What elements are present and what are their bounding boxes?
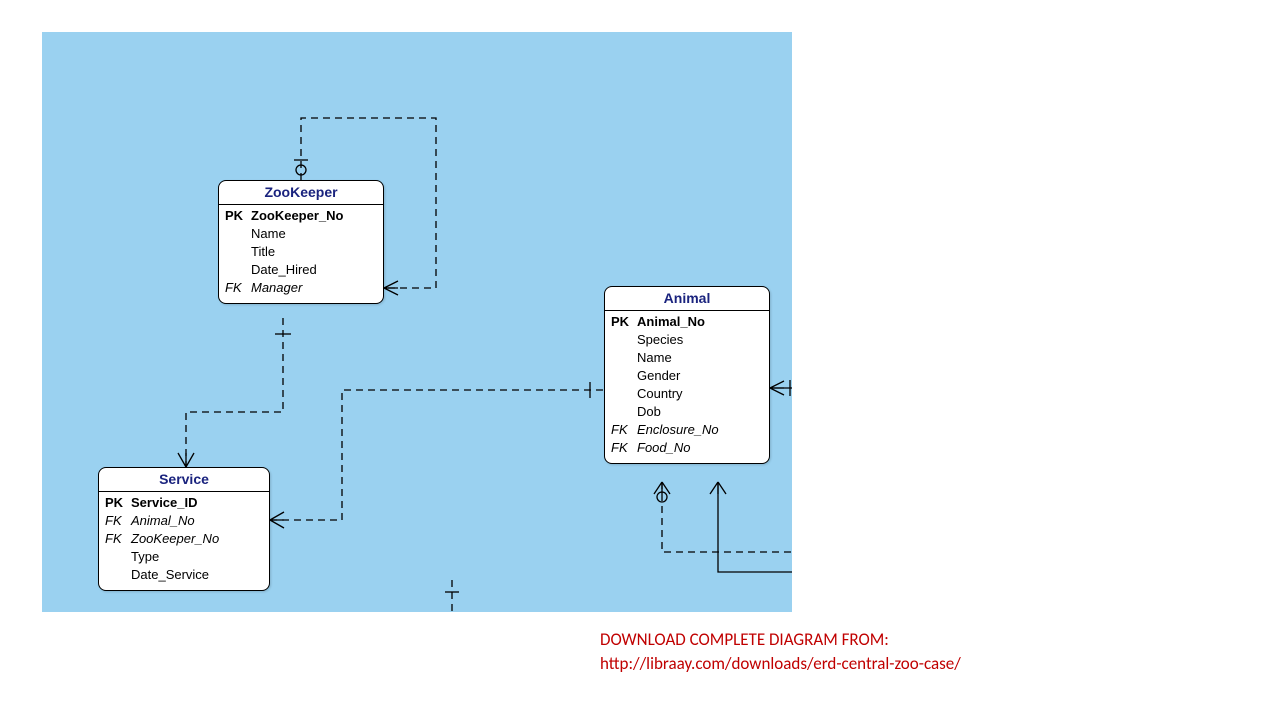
entity-attr-row: Gender (611, 367, 763, 385)
entity-attrs: PKZooKeeper_NoNameTitleDate_HiredFKManag… (219, 205, 383, 303)
entity-attr-row: Title (225, 243, 377, 261)
entity-attr-row: Date_Service (105, 566, 263, 584)
attr-name: Manager (251, 279, 302, 297)
entity-attr-row: FKFood_No (611, 439, 763, 457)
attr-key (225, 243, 251, 261)
entity-title: Service (99, 468, 269, 492)
entity-attr-row: Country (611, 385, 763, 403)
attr-name: Food_No (637, 439, 690, 457)
attr-key (105, 548, 131, 566)
attr-key: FK (225, 279, 251, 297)
entity-attr-row: Date_Hired (225, 261, 377, 279)
attr-key (611, 331, 637, 349)
attr-key (611, 367, 637, 385)
attr-name: Species (637, 331, 683, 349)
attr-name: Country (637, 385, 683, 403)
erd-canvas: ZooKeeper PKZooKeeper_NoNameTitleDate_Hi… (42, 32, 792, 612)
attr-key (225, 225, 251, 243)
attr-name: Service_ID (131, 494, 198, 512)
entity-attr-row: Name (225, 225, 377, 243)
attr-name: Gender (637, 367, 680, 385)
entity-attr-row: PKService_ID (105, 494, 263, 512)
entity-attr-row: FKZooKeeper_No (105, 530, 263, 548)
attr-name: ZooKeeper_No (131, 530, 219, 548)
attr-name: Dob (637, 403, 661, 421)
entity-attr-row: PKAnimal_No (611, 313, 763, 331)
attr-key (611, 385, 637, 403)
attr-name: Animal_No (131, 512, 195, 530)
caption-line1: DOWNLOAD COMPLETE DIAGRAM FROM: (600, 629, 889, 650)
entity-attr-row: Name (611, 349, 763, 367)
entity-attrs: PKAnimal_NoSpeciesNameGenderCountryDobFK… (605, 311, 769, 463)
entity-title: ZooKeeper (219, 181, 383, 205)
attr-key: FK (105, 530, 131, 548)
entity-service: Service PKService_IDFKAnimal_NoFKZooKeep… (98, 467, 270, 591)
entity-attr-row: Dob (611, 403, 763, 421)
entity-attr-row: FKEnclosure_No (611, 421, 763, 439)
caption-link: http://libraay.com/downloads/erd-central… (600, 653, 961, 674)
attr-name: Date_Service (131, 566, 209, 584)
attr-name: Name (251, 225, 286, 243)
entity-title: Animal (605, 287, 769, 311)
entity-attr-row: Species (611, 331, 763, 349)
entity-attr-row: FKManager (225, 279, 377, 297)
attr-key: FK (105, 512, 131, 530)
entity-zookeeper: ZooKeeper PKZooKeeper_NoNameTitleDate_Hi… (218, 180, 384, 304)
attr-name: Animal_No (637, 313, 705, 331)
attr-key (611, 403, 637, 421)
attr-key: FK (611, 421, 637, 439)
attr-key (611, 349, 637, 367)
attr-key: PK (611, 313, 637, 331)
entity-attrs: PKService_IDFKAnimal_NoFKZooKeeper_NoTyp… (99, 492, 269, 590)
attr-name: Type (131, 548, 159, 566)
attr-name: Title (251, 243, 275, 261)
entity-attr-row: FKAnimal_No (105, 512, 263, 530)
entity-attr-row: PKZooKeeper_No (225, 207, 377, 225)
attr-key (225, 261, 251, 279)
attr-name: Date_Hired (251, 261, 317, 279)
attr-key: FK (611, 439, 637, 457)
download-caption: DOWNLOAD COMPLETE DIAGRAM FROM: http://l… (600, 628, 1220, 676)
attr-key: PK (225, 207, 251, 225)
attr-key: PK (105, 494, 131, 512)
entity-animal: Animal PKAnimal_NoSpeciesNameGenderCount… (604, 286, 770, 464)
attr-key (105, 566, 131, 584)
entity-attr-row: Type (105, 548, 263, 566)
attr-name: Enclosure_No (637, 421, 719, 439)
attr-name: Name (637, 349, 672, 367)
attr-name: ZooKeeper_No (251, 207, 343, 225)
